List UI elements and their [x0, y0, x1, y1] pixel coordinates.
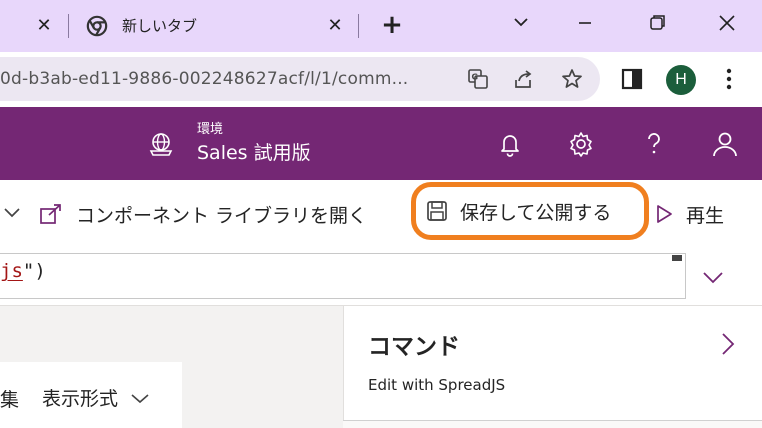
browser-toolbar: 0d-b3ab-ed11-9886-002248627acf/l/1/comm.…	[0, 52, 762, 106]
tab-divider	[358, 14, 359, 38]
profile-avatar[interactable]: H	[666, 65, 696, 95]
open-external-icon	[40, 204, 61, 224]
save-and-publish-button[interactable]: 保存して公開する	[411, 182, 649, 240]
play-label: 再生	[686, 204, 725, 227]
user-account-icon[interactable]	[710, 129, 740, 159]
settings-gear-icon[interactable]	[566, 129, 596, 159]
formula-text[interactable]: js")	[0, 260, 46, 282]
notification-bell-icon[interactable]	[495, 129, 525, 159]
close-window-icon[interactable]	[712, 10, 742, 36]
play-button[interactable]: 再生	[654, 200, 724, 228]
save-and-publish-label: 保存して公開する	[460, 201, 612, 224]
formula-suffix: ")	[22, 260, 46, 282]
help-icon[interactable]	[639, 129, 669, 159]
open-component-library-button[interactable]: コンポーネント ライブラリを開く	[38, 200, 367, 228]
tab-search-chevron-icon[interactable]	[506, 10, 536, 36]
display-format-label: 表示形式	[42, 388, 119, 410]
tab-close-icon[interactable]: ✕	[322, 12, 348, 38]
play-icon	[657, 205, 672, 223]
environment-name[interactable]: Sales 試用版	[197, 138, 311, 165]
translate-icon[interactable]: G	[466, 67, 490, 91]
command-panel	[343, 305, 762, 428]
more-menu-icon[interactable]	[716, 66, 742, 92]
environment-label: 環境	[197, 122, 224, 137]
chrome-icon	[86, 15, 108, 37]
new-tab-button[interactable]: +	[378, 10, 406, 40]
restore-icon[interactable]	[642, 10, 672, 36]
properties-edit-label[interactable]: 集	[0, 385, 19, 412]
chevron-right-icon[interactable]	[716, 330, 740, 358]
formula-scroll-thumb[interactable]	[672, 255, 682, 261]
chevron-down-icon	[131, 393, 149, 403]
browser-tab-strip: ✕ 新しいタブ ✕ +	[0, 0, 762, 52]
formula-string-part: js	[0, 260, 23, 282]
tab-title-new-tab[interactable]: 新しいタブ	[122, 15, 197, 36]
panel-title: コマンド	[368, 334, 460, 360]
save-disk-icon	[427, 201, 447, 221]
display-format-dropdown[interactable]: 表示形式	[42, 384, 152, 411]
minimize-icon[interactable]	[570, 10, 600, 36]
share-icon[interactable]	[512, 67, 536, 91]
tab-divider	[68, 14, 69, 38]
tab-close-icon[interactable]: ✕	[31, 12, 57, 38]
bookmark-star-icon[interactable]	[560, 67, 584, 91]
formula-bar[interactable]: js")	[0, 253, 686, 299]
svg-text:G: G	[472, 73, 479, 82]
panel-subtitle: Edit with SpreadJS	[368, 376, 506, 394]
expand-formula-chevron-icon[interactable]	[698, 262, 728, 292]
url-text[interactable]: 0d-b3ab-ed11-9886-002248627acf/l/1/comm.…	[0, 69, 408, 89]
chevron-down-icon[interactable]	[2, 200, 22, 224]
open-component-library-label: コンポーネント ライブラリを開く	[76, 204, 368, 227]
app-header: 環境 Sales 試用版	[0, 107, 762, 180]
side-panel-icon[interactable]	[619, 66, 645, 92]
command-bar: コンポーネント ライブラリを開く 保存して公開する 再生	[0, 180, 762, 248]
environment-icon	[149, 133, 173, 156]
address-bar[interactable]: 0d-b3ab-ed11-9886-002248627acf/l/1/comm.…	[0, 57, 600, 101]
panel-bottom-edge	[343, 420, 762, 428]
